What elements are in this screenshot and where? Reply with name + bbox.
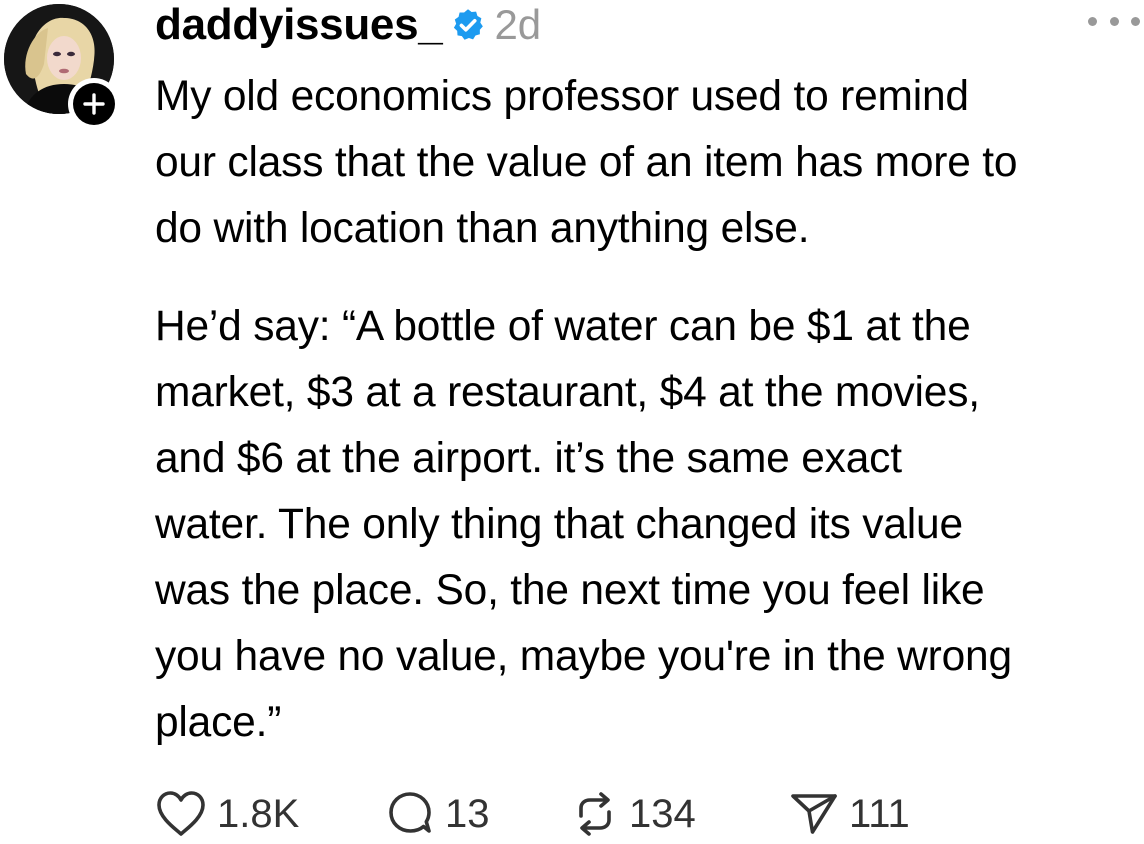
share-count: 111 <box>849 791 910 836</box>
share-button[interactable]: 111 <box>789 790 910 838</box>
more-options-button[interactable] <box>1088 6 1140 36</box>
more-dot <box>1131 16 1140 26</box>
action-bar: 1.8K 13 134 111 <box>155 784 910 844</box>
post-paragraph: My old economics professor used to remin… <box>155 73 1018 252</box>
plus-icon <box>73 83 115 125</box>
more-dot <box>1109 16 1119 26</box>
send-icon <box>791 794 837 834</box>
post-paragraph: He’d say: “A bottle of water can be $1 a… <box>155 303 1012 746</box>
thread-post: daddyissues_ 2d My old economics profess… <box>0 0 1144 843</box>
reply-count: 13 <box>445 791 490 836</box>
avatar-container <box>4 4 120 130</box>
comment-icon <box>389 792 431 833</box>
follow-button[interactable] <box>68 78 120 130</box>
like-button[interactable]: 1.8K <box>155 790 385 838</box>
repost-count: 134 <box>629 791 696 836</box>
heart-icon <box>157 791 205 836</box>
post-header: daddyissues_ 2d <box>155 0 541 50</box>
post-timestamp: 2d <box>494 1 542 48</box>
author-username[interactable]: daddyissues_ <box>155 0 443 50</box>
verified-badge-icon <box>450 7 486 43</box>
repost-icon <box>579 792 611 836</box>
repost-button[interactable]: 134 <box>571 790 789 838</box>
post-body: My old economics professor used to remin… <box>155 64 1140 756</box>
more-horizontal-icon <box>1088 16 1097 26</box>
reply-button[interactable]: 13 <box>385 789 571 839</box>
like-count: 1.8K <box>217 791 300 836</box>
